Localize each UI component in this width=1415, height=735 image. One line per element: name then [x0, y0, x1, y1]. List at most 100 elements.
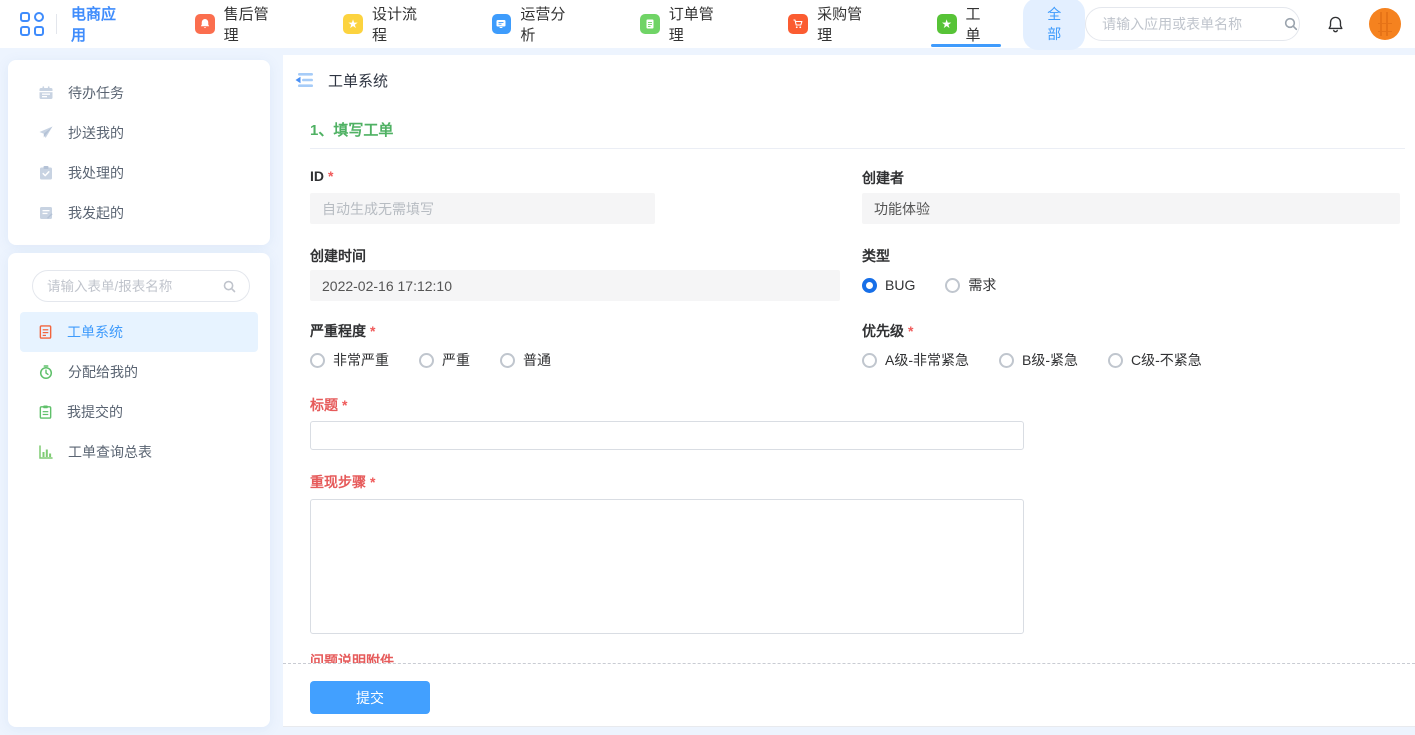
- nav-label: 运营分析: [520, 3, 580, 45]
- cart-icon: [788, 14, 808, 34]
- notifications-bell-icon[interactable]: [1326, 14, 1345, 35]
- sidebar-search-input[interactable]: [47, 279, 222, 294]
- steps-label: 重现步骤*: [310, 472, 375, 492]
- title-input[interactable]: [310, 421, 1024, 450]
- user-avatar[interactable]: [1369, 8, 1401, 40]
- steps-textarea[interactable]: [310, 499, 1024, 634]
- required-marker: *: [370, 323, 375, 339]
- priority-radio-group: A级-非常紧急 B级-紧急 C级-不紧急: [862, 350, 1232, 370]
- radio-icon: [999, 353, 1014, 368]
- section-title: 1、填写工单: [310, 119, 393, 140]
- topbar-search-input[interactable]: [1102, 16, 1283, 32]
- radio-icon: [862, 353, 877, 368]
- star-icon: ★: [937, 14, 957, 34]
- radio-type-requirement[interactable]: 需求: [945, 275, 996, 295]
- radio-checked-icon: [862, 278, 877, 293]
- radio-icon: [310, 353, 325, 368]
- all-apps-button[interactable]: 全部: [1023, 0, 1085, 50]
- nav-label: 工单: [966, 3, 996, 45]
- radio-icon: [500, 353, 515, 368]
- form-footer: 提交: [283, 663, 1415, 726]
- attachment-label: 问题说明附件: [310, 651, 394, 663]
- nav-item-design-flow[interactable]: ★ 设计流程: [337, 0, 437, 48]
- nav-item-workorder[interactable]: ★ 工单: [931, 0, 1002, 48]
- radio-icon: [1108, 353, 1123, 368]
- radio-severity-serious[interactable]: 严重: [419, 350, 470, 370]
- main-panel: 工单系统 1、填写工单 ID* 创建者 创建时间 类型 BUG 需求 严重程度*…: [283, 55, 1415, 727]
- clipboard-icon: [38, 404, 53, 420]
- document-icon: [640, 14, 660, 34]
- search-icon: [1283, 16, 1299, 32]
- monitor-icon: [492, 14, 512, 34]
- search-icon: [222, 279, 237, 294]
- topbar-search[interactable]: [1085, 7, 1300, 41]
- creator-label: 创建者: [862, 168, 904, 188]
- form-area: 1、填写工单 ID* 创建者 创建时间 类型 BUG 需求 严重程度* 非常严重…: [283, 105, 1415, 663]
- section-divider: [310, 148, 1405, 149]
- document-orange-icon: [38, 324, 53, 340]
- edit-document-icon: [38, 205, 54, 221]
- calendar-icon: [38, 85, 54, 101]
- type-label: 类型: [862, 246, 890, 266]
- radio-icon: [419, 353, 434, 368]
- title-label: 标题*: [310, 395, 347, 415]
- nav-label: 订单管理: [669, 3, 729, 45]
- sidebar-item-label: 我发起的: [68, 203, 124, 223]
- sidebar-forms-card: 工单系统 分配给我的 我提交的 工单查询总表: [8, 253, 270, 727]
- sidebar-item-cc-me[interactable]: 抄送我的: [8, 113, 270, 153]
- collapse-menu-icon[interactable]: [293, 70, 315, 90]
- creator-input[interactable]: [862, 193, 1400, 224]
- nav-item-operations-analysis[interactable]: 运营分析: [486, 0, 586, 48]
- radio-priority-a[interactable]: A级-非常紧急: [862, 350, 969, 370]
- sidebar-item-my-submitted[interactable]: 我提交的: [20, 392, 258, 432]
- required-marker: *: [370, 474, 375, 490]
- topbar: 电商应用 售后管理 ★ 设计流程 运营分析 订单管理: [0, 0, 1415, 48]
- sidebar-item-label: 工单系统: [67, 322, 123, 342]
- bell-icon: [195, 14, 215, 34]
- app-grid-icon[interactable]: [20, 12, 44, 36]
- id-input[interactable]: [310, 193, 655, 224]
- page-title: 工单系统: [328, 70, 388, 91]
- nav-item-aftersales[interactable]: 售后管理: [189, 0, 289, 48]
- top-nav: 售后管理 ★ 设计流程 运营分析 订单管理 采购管理 ★ 工单: [189, 0, 1002, 48]
- sidebar-item-label: 我处理的: [68, 163, 124, 183]
- nav-label: 售后管理: [224, 3, 284, 45]
- sidebar-item-label: 我提交的: [67, 402, 123, 422]
- sidebar-item-my-initiated[interactable]: 我发起的: [8, 193, 270, 233]
- required-marker: *: [342, 397, 347, 413]
- sidebar-item-label: 待办任务: [68, 83, 124, 103]
- clipboard-check-icon: [38, 165, 54, 181]
- sidebar-item-label: 抄送我的: [68, 123, 124, 143]
- created-time-input[interactable]: [310, 270, 840, 301]
- radio-type-bug[interactable]: BUG: [862, 277, 915, 293]
- bar-chart-icon: [38, 444, 54, 460]
- sidebar-item-todo-tasks[interactable]: 待办任务: [8, 73, 270, 113]
- sidebar-item-workorder-system[interactable]: 工单系统: [20, 312, 258, 352]
- sidebar-search[interactable]: [32, 270, 250, 302]
- sidebar-item-label: 工单查询总表: [68, 442, 152, 462]
- radio-severity-normal[interactable]: 普通: [500, 350, 551, 370]
- type-radio-group: BUG 需求: [862, 275, 1026, 295]
- brand-title[interactable]: 电商应用: [71, 3, 131, 45]
- main-header: 工单系统: [283, 55, 1415, 105]
- divider: [56, 14, 57, 34]
- nav-label: 设计流程: [372, 3, 432, 45]
- star-icon: ★: [343, 14, 363, 34]
- radio-priority-c[interactable]: C级-不紧急: [1108, 350, 1202, 370]
- required-marker: *: [908, 323, 913, 339]
- created-time-label: 创建时间: [310, 246, 366, 266]
- severity-label: 严重程度*: [310, 321, 375, 341]
- nav-item-procurement[interactable]: 采购管理: [782, 0, 882, 48]
- sidebar-item-label: 分配给我的: [68, 362, 138, 382]
- sidebar-tasks-card: 待办任务 抄送我的 我处理的 我发起的: [8, 60, 270, 245]
- required-marker: *: [328, 168, 333, 184]
- nav-item-order-management[interactable]: 订单管理: [634, 0, 734, 48]
- sidebar-item-assigned-to-me[interactable]: 分配给我的: [20, 352, 258, 392]
- sidebar-item-workorder-summary[interactable]: 工单查询总表: [20, 432, 258, 472]
- sidebar-item-my-processed[interactable]: 我处理的: [8, 153, 270, 193]
- nav-label: 采购管理: [817, 3, 877, 45]
- submit-button[interactable]: 提交: [310, 681, 430, 714]
- severity-radio-group: 非常严重 严重 普通: [310, 350, 581, 370]
- radio-priority-b[interactable]: B级-紧急: [999, 350, 1078, 370]
- radio-severity-critical[interactable]: 非常严重: [310, 350, 389, 370]
